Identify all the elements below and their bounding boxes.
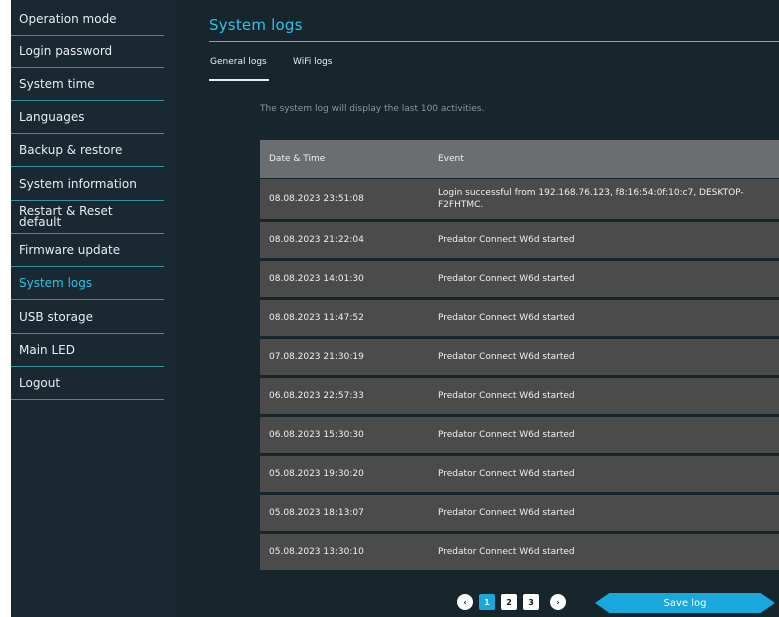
sidebar-item-operation-mode[interactable]: Operation mode [11,3,164,36]
cell-event: Predator Connect W6d started [438,508,575,518]
chevron-right-icon: › [556,597,560,607]
chevron-left-icon: ‹ [463,597,467,607]
cell-date-time: 08.08.2023 23:51:08 [269,194,364,204]
cell-date-time: 05.08.2023 13:30:10 [269,547,364,557]
cell-event: Predator Connect W6d started [438,547,575,557]
table-row: 06.08.2023 22:57:33 Predator Connect W6d… [260,378,779,414]
cell-date-time: 07.08.2023 21:30:19 [269,352,364,362]
app-frame: Operation mode Login password System tim… [11,0,779,617]
cell-event: Predator Connect W6d started [438,469,575,479]
cell-date-time: 06.08.2023 22:57:33 [269,391,364,401]
column-header-date-time: Date & Time [269,154,326,164]
table-row: 08.08.2023 21:22:04 Predator Connect W6d… [260,222,779,258]
next-page-button[interactable]: › [550,594,566,610]
log-table: Date & Time Event 08.08.2023 23:51:08 Lo… [260,140,779,570]
table-row: 05.08.2023 18:13:07 Predator Connect W6d… [260,495,779,531]
cell-date-time: 05.08.2023 18:13:07 [269,508,364,518]
sidebar-item-languages[interactable]: Languages [11,101,164,134]
cell-date-time: 06.08.2023 15:30:30 [269,430,364,440]
sidebar-item-restart-reset[interactable]: Restart & Reset default [11,201,164,234]
cell-event: Predator Connect W6d started [438,352,575,362]
table-row: 08.08.2023 23:51:08 Login successful fro… [260,179,779,219]
tab-wifi-logs[interactable]: WiFi logs [293,57,333,67]
cell-event: Predator Connect W6d started [438,391,575,401]
page-1-button[interactable]: 1 [479,594,495,610]
table-row: 07.08.2023 21:30:19 Predator Connect W6d… [260,339,779,375]
title-divider [209,41,779,42]
page-title: System logs [209,16,303,34]
sidebar-item-system-time[interactable]: System time [11,68,164,101]
sidebar-item-firmware-update[interactable]: Firmware update [11,234,164,267]
table-header: Date & Time Event [260,140,779,178]
sidebar-item-logout[interactable]: Logout [11,367,164,400]
page-3-button[interactable]: 3 [523,594,539,610]
sidebar-item-usb-storage[interactable]: USB storage [11,301,164,334]
cell-event: Predator Connect W6d started [438,313,575,323]
sidebar-item-system-information[interactable]: System information [11,168,164,201]
active-tab-indicator [209,79,269,81]
page-2-button[interactable]: 2 [501,594,517,610]
cell-date-time: 08.08.2023 14:01:30 [269,274,364,284]
cell-event: Predator Connect W6d started [438,274,575,284]
sidebar-item-main-led[interactable]: Main LED [11,334,164,367]
cell-event: Predator Connect W6d started [438,235,575,245]
cell-date-time: 05.08.2023 19:30:20 [269,469,364,479]
prev-page-button[interactable]: ‹ [457,594,473,610]
save-log-button[interactable]: Save log [595,593,775,613]
table-row: 08.08.2023 11:47:52 Predator Connect W6d… [260,300,779,336]
table-row: 05.08.2023 13:30:10 Predator Connect W6d… [260,534,779,570]
cell-event: Predator Connect W6d started [438,430,575,440]
log-info-text: The system log will display the last 100… [260,104,485,114]
cell-date-time: 08.08.2023 21:22:04 [269,235,364,245]
sidebar-item-login-password[interactable]: Login password [11,35,164,68]
sidebar-item-system-logs[interactable]: System logs [11,267,164,300]
table-row: 08.08.2023 14:01:30 Predator Connect W6d… [260,261,779,297]
sidebar-item-backup-restore[interactable]: Backup & restore [11,134,164,167]
tab-general-logs[interactable]: General logs [210,57,267,67]
cell-event: Login successful from 192.168.76.123, f8… [438,188,744,210]
column-header-event: Event [438,154,464,164]
main-panel: System logs General logs WiFi logs The s… [176,0,779,617]
table-row: 05.08.2023 19:30:20 Predator Connect W6d… [260,456,779,492]
table-row: 06.08.2023 15:30:30 Predator Connect W6d… [260,417,779,453]
sidebar: Operation mode Login password System tim… [11,0,176,617]
cell-date-time: 08.08.2023 11:47:52 [269,313,364,323]
